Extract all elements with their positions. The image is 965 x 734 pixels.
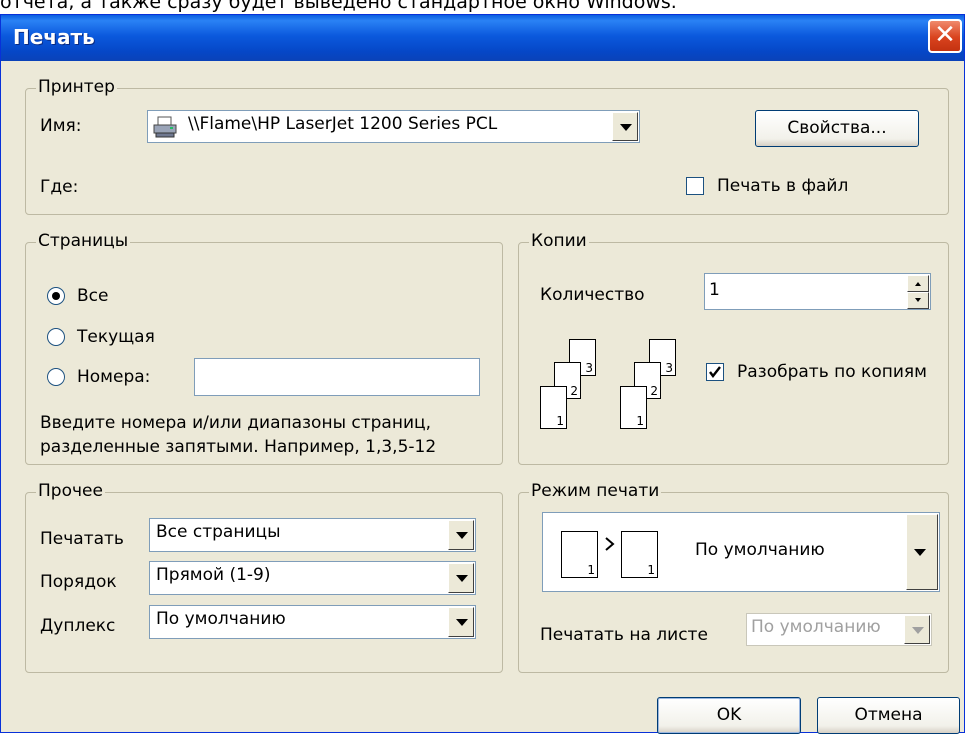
other-duplex-select[interactable]: По умолчанию: [149, 605, 476, 639]
other-duplex-label: Дуплекс: [40, 616, 116, 636]
chevron-down-icon[interactable]: [448, 607, 474, 637]
copies-count-value: 1: [709, 280, 720, 300]
other-order-value: Прямой (1-9): [156, 565, 271, 585]
sheet-value: По умолчанию: [751, 617, 881, 637]
collate-page: 1: [540, 386, 567, 429]
other-print-value: Все страницы: [156, 522, 281, 542]
other-print-label: Печатать: [40, 529, 124, 549]
printer-legend: Принтер: [36, 77, 117, 97]
sheet-select: По умолчанию: [746, 613, 932, 646]
copies-legend: Копии: [529, 231, 589, 251]
properties-button-label: Свойства...: [787, 118, 887, 138]
other-print-select[interactable]: Все страницы: [149, 518, 476, 552]
dialog-title: Печать: [13, 25, 95, 49]
sheet-label: Печатать на листе: [540, 625, 708, 645]
printer-icon: [153, 116, 177, 138]
checkmark-icon: [709, 366, 721, 378]
print-dialog: Печать ✕ Принтер Имя: \\Flame\HP LaserJe…: [0, 14, 965, 734]
print-mode-legend: Режим печати: [529, 481, 662, 501]
collate-page: 1: [620, 386, 647, 429]
chevron-down-icon[interactable]: [448, 520, 474, 550]
copies-spin-down[interactable]: [907, 292, 929, 309]
properties-button[interactable]: Свойства...: [755, 110, 919, 147]
copies-spin-up[interactable]: [907, 275, 929, 292]
other-order-select[interactable]: Прямой (1-9): [149, 561, 476, 595]
printer-name-select[interactable]: \\Flame\HP LaserJet 1200 Series PCL: [147, 110, 640, 143]
pages-numbers-radio[interactable]: [47, 368, 65, 386]
collate-label: Разобрать по копиям: [737, 362, 927, 382]
print-to-file-checkbox[interactable]: [686, 177, 704, 195]
ok-button[interactable]: OK: [657, 697, 801, 734]
print-to-file-label: Печать в файл: [717, 176, 849, 196]
print-mode-select[interactable]: 1 1 По умолчанию: [542, 512, 940, 592]
other-legend: Прочее: [36, 481, 105, 501]
spin-up-icon: [915, 282, 921, 286]
mode-page-source: 1: [561, 531, 598, 578]
printer-where-label: Где:: [40, 177, 79, 197]
pages-all-label: Все: [77, 286, 109, 306]
chevron-down-icon[interactable]: [906, 514, 938, 590]
pages-numbers-label: Номера:: [77, 367, 151, 387]
pages-hint-line2: разделенные запятыми. Например, 1,3,5-12: [40, 437, 437, 457]
print-mode-value: По умолчанию: [695, 540, 825, 560]
ok-button-label: OK: [716, 705, 742, 725]
close-icon: ✕: [934, 20, 956, 50]
cancel-button-label: Отмена: [854, 705, 923, 725]
pages-hint-line1: Введите номера и/или диапазоны страниц,: [40, 413, 431, 433]
printer-name-label: Имя:: [40, 116, 82, 136]
spin-down-icon: [915, 298, 921, 302]
close-button[interactable]: ✕: [928, 19, 962, 53]
chevron-down-icon: [904, 615, 930, 644]
pages-current-label: Текущая: [77, 327, 155, 347]
chevron-down-icon[interactable]: [448, 563, 474, 593]
background-document-text: отчета, а также сразу будет выведено ста…: [0, 0, 677, 13]
arrow-right-icon: [605, 537, 615, 551]
printer-name-value: \\Flame\HP LaserJet 1200 Series PCL: [188, 114, 498, 134]
copies-count-input[interactable]: 1: [704, 273, 931, 310]
pages-legend: Страницы: [36, 231, 131, 251]
collate-checkbox[interactable]: [706, 363, 724, 381]
pages-current-radio[interactable]: [47, 328, 65, 346]
pages-all-radio[interactable]: [47, 287, 65, 305]
cancel-button[interactable]: Отмена: [817, 697, 960, 734]
chevron-down-icon[interactable]: [612, 112, 638, 141]
other-duplex-value: По умолчанию: [156, 609, 286, 629]
copies-count-label: Количество: [540, 285, 645, 305]
mode-page-target: 1: [621, 531, 658, 578]
other-order-label: Порядок: [40, 572, 117, 592]
page-numbers-input[interactable]: [194, 358, 480, 396]
title-bar[interactable]: Печать ✕: [1, 15, 964, 61]
